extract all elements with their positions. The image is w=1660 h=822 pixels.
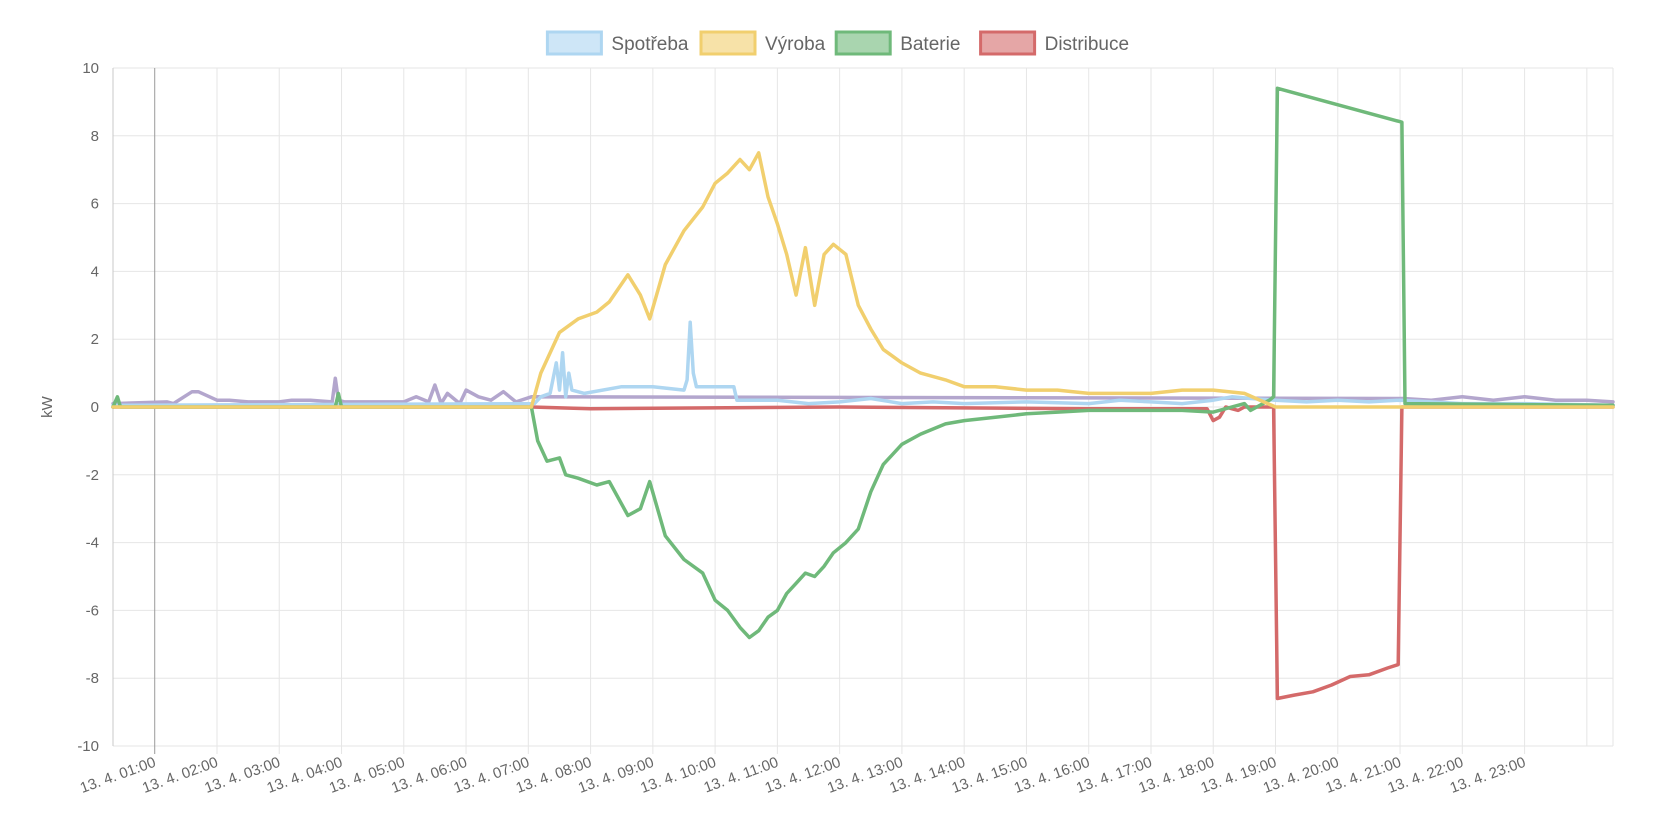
chart-container: Spotřeba Výroba Baterie Distribuce 10 8 6 4 2 0 -… xyxy=(0,0,1660,822)
y-tick-label: -2 xyxy=(86,467,99,484)
y-tick-label: 10 xyxy=(82,60,99,77)
y-tick-label: 8 xyxy=(91,128,99,145)
series-layer xyxy=(111,86,1615,701)
legend-item-spotreba[interactable]: Spotřeba xyxy=(545,30,689,56)
legend-item-baterie[interactable]: Baterie xyxy=(834,30,960,56)
legend-label: Spotřeba xyxy=(611,34,689,55)
legend-swatch xyxy=(979,30,1037,56)
legend-swatch xyxy=(545,30,603,56)
y-tick-label: 0 xyxy=(91,399,99,416)
y-tick-label: 2 xyxy=(91,331,99,348)
x-axis: 13. 4. 01:0013. 4. 02:0013. 4. 03:0013. … xyxy=(78,754,1528,797)
line-chart: Spotřeba Výroba Baterie Distribuce 10 8 6 4 2 0 -… xyxy=(39,30,1615,797)
baterie-series-line xyxy=(111,86,1615,640)
legend-swatch xyxy=(834,30,892,56)
y-tick-label: 4 xyxy=(91,263,99,280)
distribuce-series-line xyxy=(111,405,1615,701)
y-tick-label: -4 xyxy=(86,535,99,552)
legend-label: Baterie xyxy=(900,34,960,55)
legend-item-distribuce[interactable]: Distribuce xyxy=(979,30,1129,56)
y-tick-label: -6 xyxy=(86,602,99,619)
y-tick-label: -8 xyxy=(86,670,99,687)
vyroba-series-line xyxy=(111,151,1615,409)
y-axis-title: kW xyxy=(39,395,56,418)
legend-label: Výroba xyxy=(765,34,826,55)
legend-label: Distribuce xyxy=(1045,34,1129,55)
legend: Spotřeba Výroba Baterie Distribuce xyxy=(545,30,1129,56)
legend-swatch xyxy=(699,30,757,56)
y-tick-label: 6 xyxy=(91,196,99,213)
grid xyxy=(113,67,1614,754)
legend-item-vyroba[interactable]: Výroba xyxy=(699,30,826,56)
y-axis: 10 8 6 4 2 0 -2 -4 -6 -8 -10 kW xyxy=(39,60,114,755)
y-tick-label: -10 xyxy=(77,738,99,755)
